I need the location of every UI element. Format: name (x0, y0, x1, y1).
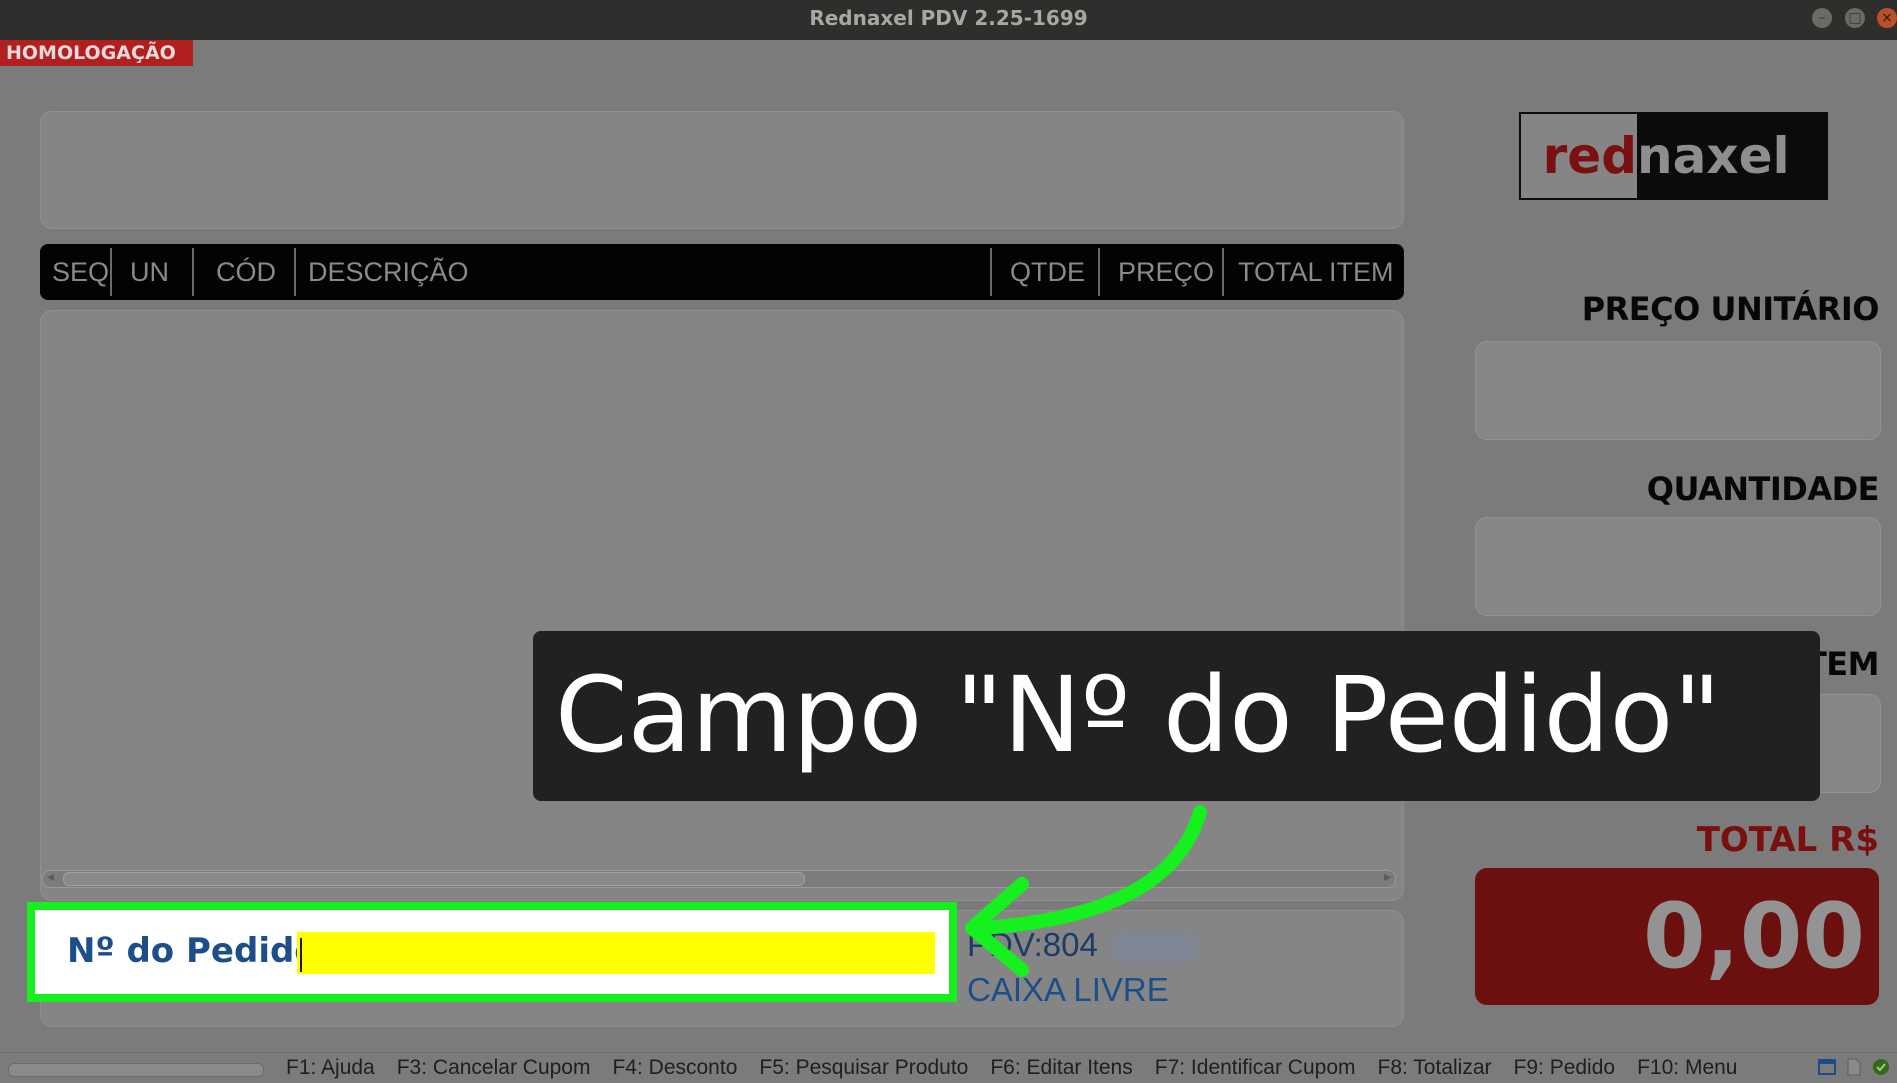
window-icon (1818, 1059, 1836, 1075)
text-cursor (300, 938, 302, 972)
shortcut-f10[interactable]: F10: Menu (1637, 1053, 1737, 1079)
rednaxel-logo: red naxel (1519, 112, 1828, 200)
pdv-id: PDV:804 (967, 925, 1198, 965)
column-header-total-item: TOTAL ITEM (1238, 257, 1394, 287)
quantidade-label: QUANTIDADE (1646, 470, 1880, 508)
preco-unitario-label: PREÇO UNITÁRIO (1581, 290, 1880, 328)
shortcut-f7[interactable]: F7: Identificar Cupom (1155, 1053, 1356, 1079)
shortcut-list: F1: Ajuda F3: Cancelar Cupom F4: Descont… (286, 1053, 1737, 1079)
order-number-input[interactable] (297, 932, 935, 974)
pdv-number: PDV:804 (967, 926, 1098, 963)
total-label: TOTAL R$ (1696, 820, 1879, 860)
preco-unitario-field (1475, 341, 1881, 440)
shortcut-f4[interactable]: F4: Desconto (612, 1053, 737, 1079)
shortcut-f8[interactable]: F8: Totalizar (1378, 1053, 1492, 1079)
status-progress-bar (8, 1063, 264, 1077)
scrollbar-thumb[interactable] (63, 872, 805, 886)
shortcut-f3[interactable]: F3: Cancelar Cupom (397, 1053, 591, 1079)
environment-badge: HOMOLOGAÇÃO (0, 40, 193, 66)
horizontal-scrollbar[interactable]: ◂ ▸ (42, 869, 1396, 888)
tutorial-callout: Campo "Nº do Pedido" (533, 631, 1820, 801)
shortcut-f9[interactable]: F9: Pedido (1514, 1053, 1616, 1079)
callout-text: Campo "Nº do Pedido" (555, 654, 1722, 776)
scroll-left-icon[interactable]: ◂ (47, 869, 54, 885)
close-icon[interactable]: × (1877, 8, 1897, 28)
redacted-text (1111, 933, 1198, 962)
shortcut-f1[interactable]: F1: Ajuda (286, 1053, 375, 1079)
column-header-un: UN (130, 257, 169, 287)
document-icon (1847, 1058, 1861, 1076)
shortcut-f6[interactable]: F6: Editar Itens (990, 1053, 1132, 1079)
total-value: 0,00 (1642, 884, 1865, 989)
quantidade-field (1475, 517, 1881, 616)
items-table-header: SEQ UN CÓD DESCRIÇÃO QTDE PREÇO TOTAL IT… (40, 244, 1404, 300)
column-header-cod: CÓD (216, 257, 276, 287)
order-number-label: Nº do Pedido: (67, 931, 332, 971)
maximize-icon[interactable]: □ (1845, 8, 1865, 28)
product-info-panel (40, 111, 1404, 229)
column-header-qtde: QTDE (1010, 257, 1086, 287)
window-titlebar: Rednaxel PDV 2.25-1699 (0, 0, 1897, 40)
minimize-icon[interactable]: – (1812, 8, 1832, 28)
column-header-preco: PREÇO (1118, 257, 1215, 287)
register-status: CAIXA LIVRE (967, 971, 1169, 1008)
window-title: Rednaxel PDV 2.25-1699 (809, 6, 1088, 30)
column-header-descricao: DESCRIÇÃO (308, 257, 469, 287)
items-list[interactable] (40, 310, 1404, 901)
column-header-seq: SEQ (52, 257, 110, 287)
shortcut-f5[interactable]: F5: Pesquisar Produto (759, 1053, 968, 1079)
scroll-right-icon[interactable]: ▸ (1384, 869, 1391, 885)
total-box: 0,00 (1475, 868, 1879, 1005)
logo-text-naxel: naxel (1637, 127, 1790, 185)
logo-text-red: red (1521, 114, 1637, 198)
status-ok-icon (1873, 1059, 1889, 1075)
